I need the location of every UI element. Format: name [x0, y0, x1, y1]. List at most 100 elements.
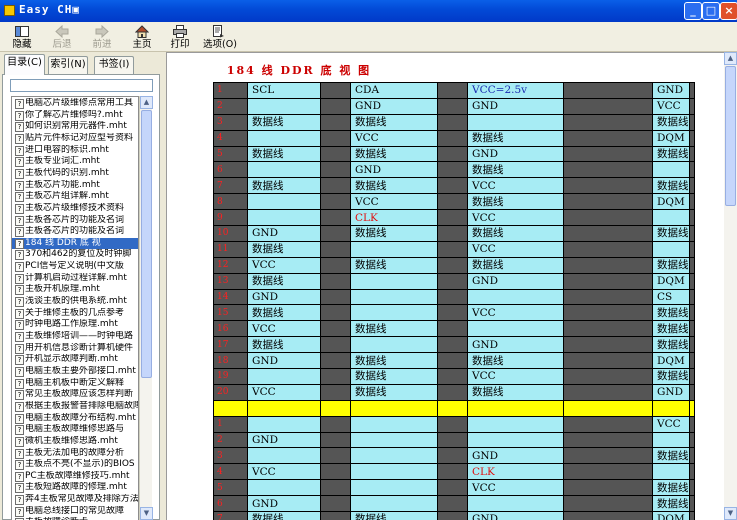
toc-item[interactable]: ? 主板各芯片的功能及名词 — [12, 215, 138, 227]
maximize-button[interactable]: □ — [702, 2, 720, 20]
toc-item[interactable]: ? 主板专业词汇.mht — [12, 156, 138, 168]
toc-item[interactable]: ? 你了解芯片维修吗?.mht — [12, 110, 138, 122]
tab-bookmarks[interactable]: 书签(I) — [94, 56, 134, 74]
pin-number-cell: 18 — [213, 352, 248, 370]
toc-item[interactable]: ? 计算机启动过程详解.mht — [12, 273, 138, 285]
table-row: 19 数据线 VCC 数据线 — [213, 368, 695, 385]
content-scroll-thumb[interactable] — [725, 66, 736, 206]
toc-item[interactable]: ? 主板点不亮(不显示)的BIOS — [12, 459, 138, 471]
signal-cell: 数据线 — [350, 145, 438, 163]
back-button[interactable]: 后退 — [42, 24, 82, 51]
toc-item[interactable]: ? 主板各芯片的功能及名词 — [12, 226, 138, 238]
toc-item[interactable]: ? 主板短路故障的修理.mht — [12, 482, 138, 494]
signal-cell — [652, 240, 690, 258]
spacer-cell — [563, 320, 653, 338]
toc-item[interactable]: ? 根据主板报警音排除电脑故障 — [12, 401, 138, 413]
toc-item[interactable]: ? 时钟电路工作原理.mht — [12, 319, 138, 331]
spacer-cell — [563, 495, 653, 513]
pin-number-cell: 14 — [213, 288, 248, 306]
toc-item-label: 如何识别常用元器件.mht — [25, 121, 127, 132]
toc-item-label: 主板开机原理.mht — [25, 284, 100, 295]
toc-scroll-thumb[interactable] — [141, 110, 152, 378]
toc-item[interactable]: ? 主板芯片功能.mht — [12, 180, 138, 192]
scroll-up-arrow-icon[interactable]: ▲ — [724, 52, 737, 65]
help-page-icon: ? — [15, 355, 24, 366]
pin-number-cell: 6 — [213, 495, 248, 513]
toc-item[interactable]: ? 贴片元件标记对应型号资料 — [12, 133, 138, 145]
toc-item-label: 电脑总线接口的常见故障 — [25, 505, 125, 516]
help-page-icon: ? — [15, 122, 24, 133]
toc-item[interactable]: ? 浅谈主板的供电系统.mht — [12, 296, 138, 308]
spacer-cell — [688, 320, 695, 338]
signal-cell: 数据线 — [247, 511, 321, 520]
close-button[interactable]: × — [720, 2, 737, 20]
signal-cell — [350, 431, 438, 449]
toc-item[interactable]: ? 电脑主板故障维修思路与 — [12, 424, 138, 436]
toc-item[interactable]: ? 主板芯片组详解.mht — [12, 191, 138, 203]
toc-item[interactable]: ? 主板代码的识别.mht — [12, 168, 138, 180]
minimize-button[interactable]: _ — [684, 2, 702, 20]
signal-cell — [467, 320, 564, 338]
toc-item[interactable]: ? PC主板故障维修技巧.mht — [12, 471, 138, 483]
spacer-cell — [437, 177, 468, 195]
spacer-cell — [320, 129, 351, 147]
toc-item[interactable]: ? 主板芯片级维修技术资料 — [12, 203, 138, 215]
spacer-cell — [688, 97, 695, 115]
hide-button[interactable]: 隐藏 — [2, 24, 42, 51]
toc-item[interactable]: ? 微机主板维修思路.mht — [12, 436, 138, 448]
toc-filter-box[interactable] — [10, 79, 153, 92]
print-button[interactable]: 打印 — [160, 24, 200, 51]
tab-contents[interactable]: 目录(C) — [4, 54, 45, 75]
table-row: 6 GND 数据线 — [213, 495, 695, 513]
toc-item[interactable]: ? 电脑主机板中断定义解释 — [12, 378, 138, 390]
signal-cell: GND — [652, 82, 690, 99]
toc-item[interactable]: ? 关于维修主板的几点参考 — [12, 308, 138, 320]
forward-button[interactable]: 前进 — [82, 24, 122, 51]
scroll-down-arrow-icon[interactable]: ▼ — [724, 507, 737, 520]
toc-item[interactable]: ? 电脑主板主要外部接口.mht — [12, 366, 138, 378]
home-icon — [135, 25, 149, 38]
toc-item[interactable]: ? 用开机信息诊断计算机硬件 — [12, 343, 138, 355]
spacer-cell — [688, 225, 695, 242]
options-button[interactable]: 选项(O) — [198, 24, 242, 51]
toc-item[interactable]: ? 184 线 DDR 底 视 — [12, 237, 138, 250]
toc-item[interactable]: ? 进口电容的标识.mht — [12, 145, 138, 157]
table-row: 20 VCC 数据线 数据线 GND — [213, 383, 695, 401]
toc-scrollbar[interactable]: ▲ ▼ — [139, 96, 153, 520]
toc-item[interactable]: ? 电脑主板故障分布结构.mht — [12, 413, 138, 425]
toc-item-label: 贴片元件标记对应型号资料 — [25, 132, 134, 143]
pin-number-cell: 7 — [213, 177, 248, 195]
toc-item[interactable]: ? PCI信号定义说明(中文版 — [12, 261, 138, 273]
spacer-cell — [320, 161, 351, 179]
home-button[interactable]: 主页 — [122, 24, 162, 51]
scroll-up-arrow-icon[interactable]: ▲ — [140, 96, 153, 109]
signal-cell: 数据线 — [652, 479, 690, 497]
signal-cell: VCC — [467, 209, 564, 227]
toc-item[interactable]: ? 常见主板故障应该怎样判断 — [12, 389, 138, 401]
toc-tree[interactable]: ? 电脑芯片级维修点常用工具? 你了解芯片维修吗?.mht? 如何识别常用元器件.mh… — [11, 96, 139, 520]
spacer-cell — [563, 415, 653, 433]
toc-item[interactable]: ? 370和462的复位及时钟脚 — [12, 249, 138, 261]
content-scrollbar[interactable]: ▲ ▼ — [724, 52, 737, 520]
scroll-down-arrow-icon[interactable]: ▼ — [140, 507, 153, 520]
spacer-cell — [688, 304, 695, 322]
toc-item[interactable]: ? 主板开机原理.mht — [12, 284, 138, 296]
table-row: 15 数据线 VCC 数据线 — [213, 304, 695, 322]
toc-item[interactable]: ? 如何识别常用元器件.mht — [12, 121, 138, 133]
toc-item[interactable]: ? 开机显示故障判断.mht — [12, 354, 138, 366]
toc-item[interactable]: ? 主板维修培训——时钟电路 — [12, 331, 138, 343]
toc-item[interactable]: ? 奔4主板常见故障及排除方法 — [12, 494, 138, 506]
spacer-cell — [688, 495, 695, 513]
help-page-icon: ? — [15, 366, 24, 377]
spacer-cell — [688, 463, 695, 481]
toc-item[interactable]: ? 电脑芯片级维修点常用工具 — [12, 98, 138, 110]
toc-item[interactable]: ? 电脑总线接口的常见故障 — [12, 506, 138, 518]
toc-item-label: PC主板故障维修技巧.mht — [25, 470, 130, 481]
signal-cell: 数据线 — [467, 161, 564, 179]
tab-index[interactable]: 索引(N) — [48, 56, 88, 74]
signal-cell: 数据线 — [350, 256, 438, 274]
signal-cell: 数据线 — [652, 447, 690, 465]
signal-cell: GND — [247, 431, 321, 449]
title-bar[interactable]: Easy CH▣ _ □ × — [0, 0, 737, 22]
toc-item[interactable]: ? 主板无法加电的故障分析 — [12, 448, 138, 460]
